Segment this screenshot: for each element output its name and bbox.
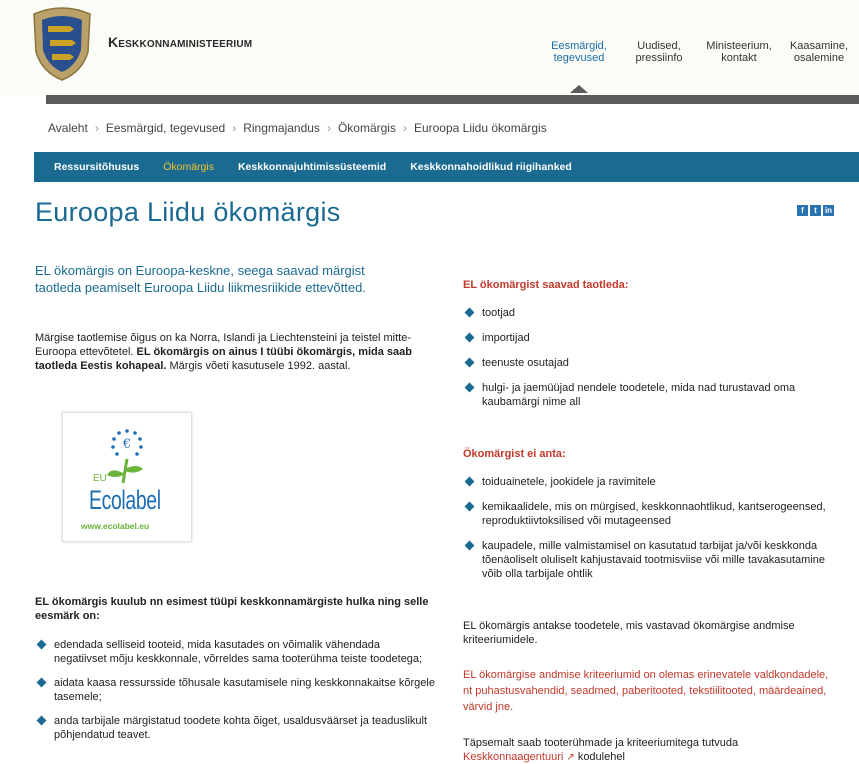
nav-label-line2: tegevused: [553, 52, 605, 64]
list-item-text: teenuste osutajad: [482, 357, 569, 369]
chevron-right-icon: ›: [94, 121, 99, 135]
criteria-paragraph: EL ökomärgis antakse toodetele, mis vast…: [463, 620, 795, 646]
social-share: f t in: [797, 205, 834, 216]
list-item: tootjad: [463, 306, 833, 320]
lead-paragraph: EL ökomärgis on Euroopa-keskne, seega sa…: [35, 263, 366, 295]
subnav-ecolabel[interactable]: Ökomärgis: [163, 161, 214, 173]
list-item: edendada selliseid tooteid, mida kasutad…: [35, 638, 435, 666]
diamond-bullet-icon: [464, 501, 475, 512]
diamond-bullet-icon: [464, 357, 475, 368]
subnav-green-procurement[interactable]: Keskkonnahoidlikud riigihanked: [410, 161, 572, 173]
goals-heading: EL ökomärgis kuulub nn esimest tüüpi kes…: [35, 596, 429, 622]
list-item-text: anda tarbijale märgistatud toodete kohta…: [54, 715, 428, 741]
twitter-icon[interactable]: t: [810, 205, 821, 216]
facebook-icon[interactable]: f: [797, 205, 808, 216]
breadcrumb-home[interactable]: Avaleht: [48, 121, 88, 135]
nav-news-press[interactable]: Uudised, pressiinfo: [619, 40, 699, 64]
criteria-fields-paragraph: EL ökomärgise andmise kriteeriumid on ol…: [463, 669, 829, 713]
nav-label-line1: Uudised,: [637, 40, 681, 52]
list-item-text: tootjad: [482, 307, 516, 319]
header-divider-bar: [46, 95, 859, 104]
list-item: hulgi- ja jaemüüjad nendele toodetele, m…: [463, 381, 833, 409]
list-item: teenuste osutajad: [463, 356, 833, 370]
chevron-right-icon: ›: [326, 121, 331, 135]
nav-label-line1: Kaasamine,: [789, 40, 849, 52]
breadcrumb-current[interactable]: Euroopa Liidu ökomärgis: [414, 121, 547, 135]
intro-tail-text: Märgis võeti kasutusele 1992. aastal.: [169, 360, 351, 372]
list-item-text: edendada selliseid tooteid, mida kasutad…: [54, 639, 423, 665]
diamond-bullet-icon: [464, 476, 475, 487]
list-item-text: aidata kaasa ressursside tõhusale kasuta…: [54, 677, 435, 703]
page-title: Euroopa Liidu ökomärgis: [35, 197, 341, 227]
external-link-icon: ↗: [566, 752, 575, 763]
breadcrumb: Avaleht › Eesmärgid, tegevused › Ringmaj…: [48, 121, 547, 135]
more-info-text: Täpsemalt saab tooterühmade ja kriteeriu…: [463, 737, 739, 749]
nav-label-line1: Eesmärgid,: [551, 40, 607, 52]
subnav-environmental-management[interactable]: Keskkonnajuhtimissüsteemid: [238, 161, 386, 173]
list-item: kaupadele, mille valmistamisel on kasuta…: [463, 539, 833, 581]
nav-label-line2: osalemine: [793, 52, 845, 64]
ecolabel-name-text: Ecolabel: [89, 485, 161, 515]
active-caret-icon: [570, 85, 588, 93]
list-item: importijad: [463, 331, 833, 345]
environment-agency-link[interactable]: Keskkonnaagentuuri: [463, 751, 563, 763]
more-info-tail: kodulehel: [577, 751, 625, 763]
site-header: Keskkonnaministeerium Eesmärgid, tegevus…: [0, 0, 859, 95]
list-item: toiduainetele, jookidele ja ravimitele: [463, 475, 833, 489]
site-title[interactable]: Keskkonnaministeerium: [108, 34, 252, 50]
ecolabel-url-text: www.ecolabel.eu: [81, 521, 150, 531]
diamond-bullet-icon: [464, 540, 475, 551]
list-item-text: toiduainetele, jookidele ja ravimitele: [482, 476, 656, 488]
svg-text:€: €: [122, 437, 131, 452]
chevron-right-icon: ›: [402, 121, 407, 135]
diamond-bullet-icon: [464, 332, 475, 343]
not-granted-list: toiduainetele, jookidele ja ravimitele k…: [463, 475, 833, 592]
nav-goals-activities[interactable]: Eesmärgid, tegevused: [539, 40, 619, 93]
list-item-text: importijad: [482, 332, 530, 344]
nav-label-line2: kontakt: [721, 52, 757, 64]
list-item: anda tarbijale märgistatud toodete kohta…: [35, 714, 435, 742]
chevron-right-icon: ›: [232, 121, 237, 135]
applicants-list: tootjad importijad teenuste osutajad hul…: [463, 306, 833, 420]
main-nav: Eesmärgid, tegevused Uudised, pressiinfo…: [539, 40, 859, 93]
nav-ministry-contact[interactable]: Ministeerium, kontakt: [699, 40, 779, 64]
diamond-bullet-icon: [36, 639, 47, 650]
ecolabel-eu-text: EU: [93, 473, 107, 484]
nav-label-line1: Ministeerium,: [706, 40, 772, 52]
subnav-resource-efficiency[interactable]: Ressursitõhusus: [54, 161, 139, 173]
section-subnav: Ressursitõhusus Ökomärgis Keskkonnajuhti…: [34, 152, 859, 182]
nav-engagement[interactable]: Kaasamine, osalemine: [779, 40, 859, 64]
list-item: aidata kaasa ressursside tõhusale kasuta…: [35, 676, 435, 704]
linkedin-icon[interactable]: in: [823, 205, 834, 216]
list-item-text: kaupadele, mille valmistamisel on kasuta…: [482, 540, 825, 580]
breadcrumb-circular-economy[interactable]: Ringmajandus: [243, 121, 320, 135]
diamond-bullet-icon: [36, 715, 47, 726]
intro-paragraph: Märgise taotlemise õigus on ka Norra, Is…: [35, 331, 425, 373]
diamond-bullet-icon: [464, 307, 475, 318]
list-item: kemikaalidele, mis on mürgised, keskkonn…: [463, 500, 833, 528]
nav-label-line2: pressiinfo: [635, 52, 683, 64]
breadcrumb-ecolabel[interactable]: Ökomärgis: [338, 121, 396, 135]
not-granted-heading: Ökomärgist ei anta:: [463, 448, 566, 460]
goals-list: edendada selliseid tooteid, mida kasutad…: [35, 638, 435, 752]
more-info-paragraph: Täpsemalt saab tooterühmade ja kriteeriu…: [463, 736, 833, 764]
diamond-bullet-icon: [36, 677, 47, 688]
applicants-heading: EL ökomärgist saavad taotleda:: [463, 279, 629, 291]
eu-ecolabel-image: € EU Ecolabel www.ecolabel.eu: [62, 412, 192, 542]
list-item-text: kemikaalidele, mis on mürgised, keskkonn…: [482, 501, 826, 527]
list-item-text: hulgi- ja jaemüüjad nendele toodetele, m…: [482, 382, 796, 408]
breadcrumb-goals[interactable]: Eesmärgid, tegevused: [106, 121, 225, 135]
diamond-bullet-icon: [464, 382, 475, 393]
coat-of-arms-logo[interactable]: [30, 6, 94, 82]
